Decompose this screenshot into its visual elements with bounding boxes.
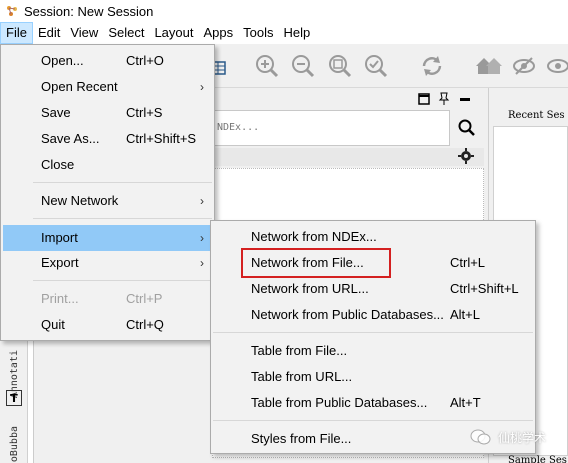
menu-item-shortcut: Ctrl+Q	[126, 317, 164, 332]
zoom-fit-icon[interactable]	[328, 54, 352, 78]
menu-separator	[213, 420, 533, 421]
menu-item-network-from-public-db[interactable]: Network from Public Databases... Alt+L	[213, 303, 533, 327]
hide-icon[interactable]	[512, 54, 536, 78]
panel-subheader	[210, 148, 484, 166]
sample-sessions-label: Sample Ses	[508, 455, 567, 463]
zoom-out-icon[interactable]	[291, 54, 315, 78]
divider	[28, 330, 34, 463]
menu-item-network-from-file[interactable]: Network from File... Ctrl+L	[213, 251, 533, 275]
menu-item-label: Table from URL...	[251, 369, 353, 384]
menu-item-label: Network from Public Databases...	[251, 307, 444, 322]
menu-item-label: Open Recent	[41, 79, 118, 94]
window-title: Session: New Session	[24, 3, 154, 19]
menu-select[interactable]: Select	[103, 22, 149, 44]
zoom-selected-icon[interactable]	[364, 54, 388, 78]
menu-item-save[interactable]: Save Ctrl+S	[3, 101, 212, 125]
menu-bar: File Edit View Select Layout Apps Tools …	[0, 22, 568, 44]
menu-item-close[interactable]: Close	[3, 153, 212, 177]
menu-help[interactable]: Help	[279, 22, 316, 44]
search-placeholder: NDEx...	[217, 122, 260, 133]
chevron-right-icon: ›	[200, 256, 204, 270]
menu-item-shortcut: Ctrl+S	[126, 105, 163, 120]
home-icon[interactable]	[474, 54, 504, 78]
chevron-right-icon: ›	[200, 80, 204, 94]
menu-item-table-from-public-db[interactable]: Table from Public Databases... Alt+T	[213, 391, 533, 415]
chevron-right-icon: ›	[200, 194, 204, 208]
zoom-in-icon[interactable]	[255, 54, 279, 78]
chevron-right-icon: ›	[200, 231, 204, 245]
menu-separator	[213, 332, 533, 333]
refresh-icon[interactable]	[420, 54, 444, 78]
watermark-text: 仙桃学术	[498, 430, 547, 445]
menu-view[interactable]: View	[65, 22, 103, 44]
menu-item-table-from-url[interactable]: Table from URL...	[213, 365, 533, 389]
bubble-tab-label[interactable]: oBubba	[9, 426, 20, 462]
title-bar: Session: New Session	[0, 0, 568, 22]
pin-icon[interactable]	[438, 92, 450, 106]
gear-icon[interactable]	[458, 148, 476, 166]
menu-item-shortcut: Alt+T	[450, 395, 481, 410]
search-icon	[458, 119, 475, 136]
menu-edit[interactable]: Edit	[33, 22, 65, 44]
menu-item-label: Network from URL...	[251, 281, 369, 296]
menu-item-shortcut: Ctrl+Shift+S	[126, 131, 197, 146]
side-tab-strip: Annotati T oBubba	[0, 330, 28, 463]
menu-layout[interactable]: Layout	[149, 22, 198, 44]
menu-item-network-from-ndex[interactable]: Network from NDEx...	[213, 225, 533, 249]
menu-item-save-as[interactable]: Save As... Ctrl+Shift+S	[3, 127, 212, 151]
text-annotation-icon[interactable]: T	[6, 390, 22, 406]
menu-item-table-from-file[interactable]: Table from File...	[213, 339, 533, 363]
cytoscape-logo-icon	[4, 3, 20, 19]
minimize-icon[interactable]	[460, 98, 472, 102]
menu-item-label: Table from File...	[251, 343, 348, 358]
menu-item-label: Print...	[41, 291, 79, 306]
menu-item-shortcut: Ctrl+P	[126, 291, 163, 306]
wechat-icon	[470, 429, 491, 445]
watermark: 仙桃学术	[470, 428, 546, 446]
menu-separator	[33, 280, 212, 281]
menu-tools[interactable]: Tools	[238, 22, 278, 44]
show-icon[interactable]	[546, 54, 568, 78]
menu-item-label: Quit	[41, 317, 65, 332]
menu-item-label: Styles from File...	[251, 431, 352, 446]
menu-item-label: Table from Public Databases...	[251, 395, 428, 410]
menu-item-shortcut: Alt+L	[450, 307, 480, 322]
menu-file[interactable]: File	[0, 22, 33, 44]
menu-item-label: Open...	[41, 53, 84, 68]
search-button[interactable]	[452, 112, 482, 144]
recent-sessions-label: Recent Ses	[508, 110, 565, 121]
menu-item-export[interactable]: Export ›	[3, 251, 212, 275]
menu-item-new-network[interactable]: New Network ›	[3, 189, 212, 213]
menu-separator	[33, 218, 212, 219]
menu-item-print: Print... Ctrl+P	[3, 287, 212, 311]
menu-item-shortcut: Ctrl+O	[126, 53, 164, 68]
menu-item-shortcut: Ctrl+L	[450, 255, 486, 270]
menu-apps[interactable]: Apps	[199, 22, 239, 44]
maximize-icon[interactable]	[418, 93, 430, 105]
menu-item-label: New Network	[41, 193, 119, 208]
ndex-search-input[interactable]: NDEx...	[210, 110, 450, 146]
menu-item-label: Export	[41, 255, 79, 270]
import-submenu: Network from NDEx... Network from File..…	[210, 220, 536, 454]
menu-item-open-recent[interactable]: Open Recent ›	[3, 75, 212, 99]
menu-item-label: Network from File...	[251, 255, 364, 270]
menu-item-label: Close	[41, 157, 75, 172]
menu-item-label: Import	[41, 230, 78, 245]
menu-item-label: Save	[41, 105, 71, 120]
menu-item-label: Save As...	[41, 131, 100, 146]
file-menu: Open... Ctrl+O Open Recent › Save Ctrl+S…	[0, 44, 215, 341]
menu-item-network-from-url[interactable]: Network from URL... Ctrl+Shift+L	[213, 277, 533, 301]
menu-item-shortcut: Ctrl+Shift+L	[450, 281, 519, 296]
menu-item-open[interactable]: Open... Ctrl+O	[3, 49, 212, 73]
menu-item-quit[interactable]: Quit Ctrl+Q	[3, 313, 212, 337]
menu-item-label: Network from NDEx...	[251, 229, 377, 244]
menu-item-import[interactable]: Import ›	[3, 225, 212, 251]
menu-separator	[33, 182, 212, 183]
panel-header	[210, 90, 484, 108]
